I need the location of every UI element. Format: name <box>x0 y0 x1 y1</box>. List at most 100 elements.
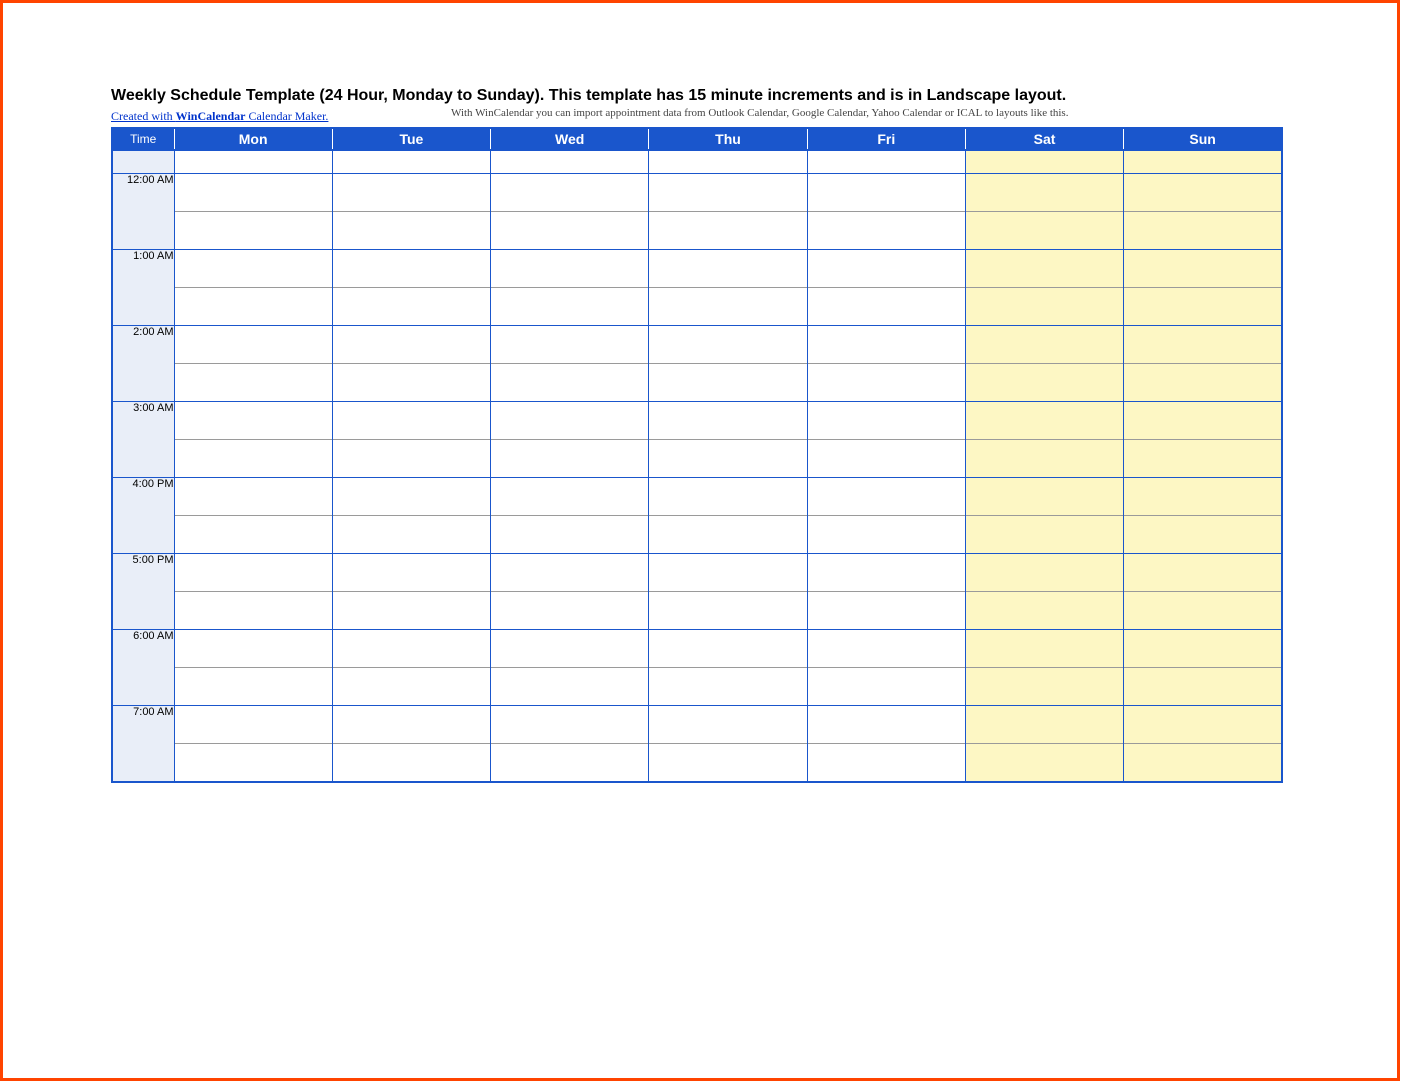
schedule-cell[interactable] <box>174 364 332 402</box>
schedule-cell-weekend[interactable] <box>1124 174 1282 212</box>
schedule-cell[interactable] <box>174 630 332 668</box>
schedule-cell-weekend[interactable] <box>1124 478 1282 516</box>
schedule-cell[interactable] <box>649 364 807 402</box>
schedule-cell[interactable] <box>491 630 649 668</box>
schedule-cell[interactable] <box>649 402 807 440</box>
schedule-cell[interactable] <box>649 744 807 783</box>
credit-link[interactable]: Created with WinCalendar Calendar Maker. <box>111 109 328 123</box>
schedule-cell[interactable] <box>174 592 332 630</box>
schedule-cell[interactable] <box>332 212 490 250</box>
schedule-cell[interactable] <box>174 326 332 364</box>
schedule-cell[interactable] <box>491 668 649 706</box>
schedule-cell[interactable] <box>649 592 807 630</box>
schedule-cell-weekend[interactable] <box>965 706 1123 744</box>
schedule-cell-weekend[interactable] <box>1124 668 1282 706</box>
schedule-cell[interactable] <box>332 744 490 783</box>
schedule-cell-weekend[interactable] <box>965 288 1123 326</box>
schedule-cell[interactable] <box>807 668 965 706</box>
schedule-cell[interactable] <box>491 364 649 402</box>
schedule-cell[interactable] <box>649 630 807 668</box>
schedule-cell-weekend[interactable] <box>1124 326 1282 364</box>
schedule-cell-weekend[interactable] <box>1124 402 1282 440</box>
schedule-cell[interactable] <box>807 364 965 402</box>
schedule-cell-weekend[interactable] <box>1124 706 1282 744</box>
schedule-cell[interactable] <box>491 478 649 516</box>
schedule-cell[interactable] <box>649 174 807 212</box>
schedule-cell[interactable] <box>332 174 490 212</box>
schedule-cell[interactable] <box>649 250 807 288</box>
schedule-cell[interactable] <box>332 326 490 364</box>
schedule-cell[interactable] <box>807 630 965 668</box>
schedule-cell[interactable] <box>174 440 332 478</box>
schedule-cell[interactable] <box>332 150 490 174</box>
schedule-cell[interactable] <box>332 250 490 288</box>
schedule-cell-weekend[interactable] <box>965 212 1123 250</box>
schedule-cell-weekend[interactable] <box>965 554 1123 592</box>
schedule-cell[interactable] <box>174 150 332 174</box>
schedule-cell-weekend[interactable] <box>965 150 1123 174</box>
schedule-cell-weekend[interactable] <box>965 478 1123 516</box>
schedule-cell[interactable] <box>807 250 965 288</box>
schedule-cell-weekend[interactable] <box>965 174 1123 212</box>
schedule-cell[interactable] <box>649 478 807 516</box>
schedule-cell[interactable] <box>649 668 807 706</box>
schedule-cell[interactable] <box>807 554 965 592</box>
schedule-cell[interactable] <box>332 402 490 440</box>
schedule-cell[interactable] <box>491 706 649 744</box>
schedule-cell[interactable] <box>807 150 965 174</box>
schedule-cell-weekend[interactable] <box>1124 288 1282 326</box>
schedule-cell-weekend[interactable] <box>965 516 1123 554</box>
schedule-cell-weekend[interactable] <box>1124 554 1282 592</box>
schedule-cell[interactable] <box>649 150 807 174</box>
schedule-cell[interactable] <box>491 288 649 326</box>
schedule-cell[interactable] <box>174 478 332 516</box>
schedule-cell[interactable] <box>807 174 965 212</box>
schedule-cell[interactable] <box>649 288 807 326</box>
schedule-cell[interactable] <box>649 554 807 592</box>
schedule-cell[interactable] <box>332 440 490 478</box>
schedule-cell[interactable] <box>649 326 807 364</box>
schedule-cell[interactable] <box>174 212 332 250</box>
schedule-cell[interactable] <box>649 212 807 250</box>
schedule-cell[interactable] <box>332 288 490 326</box>
schedule-cell-weekend[interactable] <box>965 744 1123 783</box>
schedule-cell-weekend[interactable] <box>965 364 1123 402</box>
schedule-cell-weekend[interactable] <box>1124 516 1282 554</box>
schedule-cell-weekend[interactable] <box>965 402 1123 440</box>
schedule-cell[interactable] <box>332 364 490 402</box>
schedule-cell[interactable] <box>491 440 649 478</box>
schedule-cell[interactable] <box>332 706 490 744</box>
schedule-cell[interactable] <box>807 592 965 630</box>
schedule-cell[interactable] <box>174 554 332 592</box>
schedule-cell-weekend[interactable] <box>1124 630 1282 668</box>
schedule-cell-weekend[interactable] <box>965 630 1123 668</box>
schedule-cell[interactable] <box>491 516 649 554</box>
schedule-cell[interactable] <box>332 668 490 706</box>
schedule-cell[interactable] <box>807 744 965 783</box>
schedule-cell-weekend[interactable] <box>1124 150 1282 174</box>
schedule-cell[interactable] <box>807 402 965 440</box>
schedule-cell[interactable] <box>491 744 649 783</box>
schedule-cell[interactable] <box>649 516 807 554</box>
schedule-cell[interactable] <box>174 250 332 288</box>
schedule-cell[interactable] <box>807 326 965 364</box>
schedule-cell[interactable] <box>491 174 649 212</box>
schedule-cell-weekend[interactable] <box>965 326 1123 364</box>
schedule-cell-weekend[interactable] <box>1124 212 1282 250</box>
schedule-cell-weekend[interactable] <box>1124 364 1282 402</box>
schedule-cell[interactable] <box>807 288 965 326</box>
schedule-cell[interactable] <box>649 440 807 478</box>
schedule-cell[interactable] <box>174 744 332 783</box>
schedule-cell-weekend[interactable] <box>1124 744 1282 783</box>
schedule-cell[interactable] <box>491 250 649 288</box>
schedule-cell[interactable] <box>332 592 490 630</box>
schedule-cell[interactable] <box>807 516 965 554</box>
schedule-cell[interactable] <box>174 668 332 706</box>
schedule-cell-weekend[interactable] <box>1124 440 1282 478</box>
schedule-cell[interactable] <box>491 402 649 440</box>
schedule-cell[interactable] <box>491 150 649 174</box>
schedule-cell[interactable] <box>332 630 490 668</box>
schedule-cell[interactable] <box>807 478 965 516</box>
schedule-cell[interactable] <box>807 706 965 744</box>
schedule-cell[interactable] <box>491 554 649 592</box>
